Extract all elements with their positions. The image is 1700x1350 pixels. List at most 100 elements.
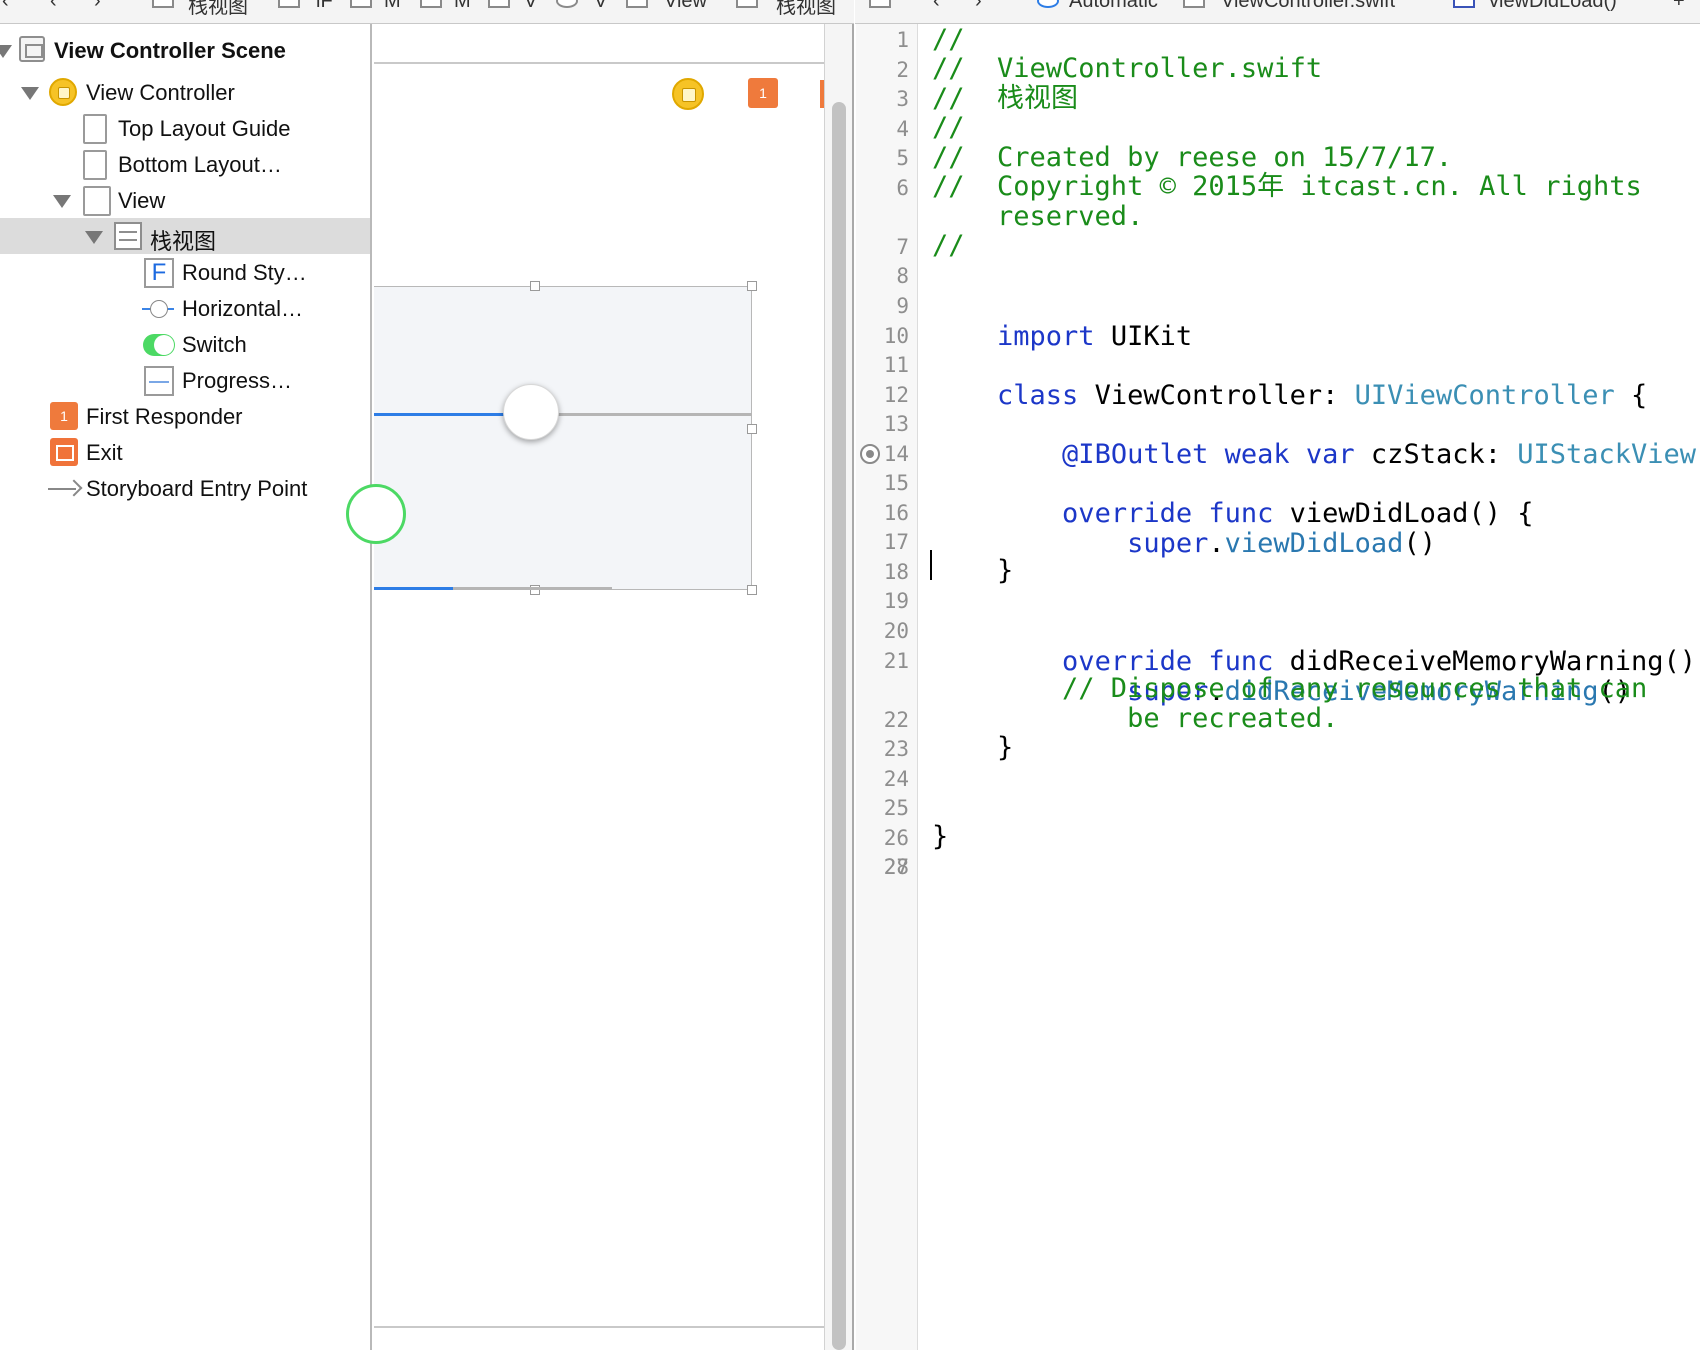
stack-view-selection[interactable] bbox=[374, 286, 752, 590]
view-icon bbox=[83, 186, 111, 216]
scene-bottom-edge bbox=[374, 1326, 824, 1328]
jumpbar-automatic[interactable]: Automatic bbox=[1069, 0, 1158, 13]
related-items-icon[interactable] bbox=[869, 0, 891, 8]
scene-dock-view-controller-icon[interactable] bbox=[672, 78, 704, 110]
jumpbar-file[interactable]: ViewController.swift bbox=[1221, 0, 1395, 13]
disclosure-triangle-icon[interactable] bbox=[85, 231, 103, 244]
line-number: 2 bbox=[896, 57, 909, 82]
slider-thumb[interactable] bbox=[503, 384, 559, 440]
scene-icon bbox=[350, 0, 372, 8]
jumpbar-item-5[interactable]: V bbox=[524, 0, 537, 13]
document-outline: View Controller Scene View Controller To… bbox=[0, 24, 372, 1350]
outline-row-first-responder[interactable]: 1 First Responder bbox=[0, 398, 370, 434]
line-number: 8 bbox=[896, 264, 909, 289]
exit-icon bbox=[50, 438, 78, 466]
scene-icon-2 bbox=[420, 0, 442, 8]
outline-row-entry-point[interactable]: Storyboard Entry Point bbox=[0, 470, 370, 506]
jumpbar-item-8[interactable]: 栈视图 bbox=[776, 0, 836, 19]
line-number: 13 bbox=[883, 412, 909, 437]
code-line-4: // bbox=[932, 112, 965, 143]
type-name: UIStackView bbox=[1517, 439, 1697, 470]
code-line-26: } bbox=[932, 821, 949, 852]
line-number: 21 bbox=[883, 648, 909, 673]
folder-icon bbox=[278, 0, 300, 8]
outline-label: Horizontal… bbox=[182, 296, 304, 321]
outline-label: Exit bbox=[86, 440, 123, 465]
resize-handle[interactable] bbox=[747, 424, 757, 434]
jumpbar-item-7[interactable]: View bbox=[664, 0, 707, 13]
outline-row-view-controller[interactable]: View Controller bbox=[0, 74, 370, 110]
outline-row-switch[interactable]: Switch bbox=[0, 326, 370, 362]
outline-row-view[interactable]: View bbox=[0, 182, 370, 218]
outline-row-bottom-layout-guide[interactable]: Bottom Layout… bbox=[0, 146, 370, 182]
code-line-23: } bbox=[932, 732, 1014, 763]
code-line-18: } bbox=[932, 555, 1014, 586]
outline-label: First Responder bbox=[86, 404, 243, 429]
jumpbar-item-2[interactable]: iF bbox=[316, 0, 333, 13]
nav-back-icon[interactable]: ‹ bbox=[50, 0, 57, 13]
line-number: 4 bbox=[896, 116, 909, 141]
line-number: 22 bbox=[883, 707, 909, 732]
switch-control[interactable] bbox=[346, 484, 406, 544]
jumpbar-method[interactable]: viewDidLoad() bbox=[1489, 0, 1617, 13]
outline-row-scene[interactable]: View Controller Scene bbox=[0, 32, 370, 68]
editor-jump-bar: ‹ › Automatic ViewController.swift viewD… bbox=[855, 0, 1700, 24]
slider-icon bbox=[142, 294, 174, 324]
jumpbar-item-1[interactable]: 栈视图 bbox=[188, 0, 248, 19]
method-icon bbox=[1453, 0, 1475, 8]
resize-handle[interactable] bbox=[747, 281, 757, 291]
outline-label: View Controller Scene bbox=[54, 38, 286, 63]
layout-guide-icon bbox=[83, 114, 107, 144]
view-controller-circle-icon bbox=[556, 0, 578, 8]
jumpbar-item-3[interactable]: M bbox=[384, 0, 401, 13]
outline-label: Round Sty… bbox=[182, 260, 307, 285]
code-line-7: // bbox=[932, 230, 965, 261]
automatic-icon bbox=[1037, 0, 1059, 8]
outline-row-text-field[interactable]: F Round Sty… bbox=[0, 254, 370, 290]
outline-row-top-layout-guide[interactable]: Top Layout Guide bbox=[0, 110, 370, 146]
resize-handle[interactable] bbox=[747, 585, 757, 595]
line-number: 19 bbox=[883, 589, 909, 614]
jumpbar-item-6[interactable]: V bbox=[594, 0, 607, 13]
line-number-gutter: 1 2 3 4 5 6 7 8 9 10 11 12 13 14 15 16 17 18 19 20 21 22 23 24 2… bbox=[856, 24, 918, 1350]
switch-icon bbox=[143, 334, 175, 356]
line-number: 20 bbox=[883, 619, 909, 643]
swift-file-icon bbox=[1183, 0, 1205, 8]
outline-label: 栈视图 bbox=[150, 229, 217, 254]
outline-row-exit[interactable]: Exit bbox=[0, 434, 370, 470]
back-arrow-icon[interactable]: ‹ bbox=[2, 0, 9, 13]
stack-view-icon bbox=[736, 0, 758, 8]
add-editor-icon[interactable]: + bbox=[1673, 0, 1685, 13]
jumpbar-item-4[interactable]: M bbox=[454, 0, 471, 13]
code-editor[interactable]: 1 2 3 4 5 6 7 8 9 10 11 12 13 14 15 16 17 18 19 20 21 22 23 24 2… bbox=[856, 24, 1700, 1350]
disclosure-triangle-icon[interactable] bbox=[53, 195, 71, 208]
line-number: 6 bbox=[896, 175, 909, 200]
editor-forward-icon[interactable]: › bbox=[975, 0, 982, 13]
scene-dock-first-responder-icon[interactable]: 1 bbox=[748, 78, 778, 108]
outline-row-stack-view[interactable]: 栈视图 bbox=[0, 218, 370, 254]
disclosure-triangle-icon[interactable] bbox=[21, 87, 39, 100]
method-name: viewDidLoad bbox=[1224, 528, 1404, 559]
disclosure-triangle-icon[interactable] bbox=[0, 45, 12, 58]
storyboard-canvas[interactable]: 1 bbox=[346, 24, 824, 1350]
scrollbar-thumb[interactable] bbox=[832, 102, 846, 1350]
line-number: 17 bbox=[883, 530, 909, 555]
storyboard-file-icon bbox=[152, 0, 174, 8]
canvas-scrollbar[interactable] bbox=[824, 24, 854, 1350]
progress-view-icon bbox=[144, 366, 174, 396]
code-line-2: // ViewController.swift bbox=[932, 53, 1323, 84]
code-line-6: // Copyright © 2015年 itcast.cn. All righ… bbox=[932, 171, 1642, 202]
outline-row-progress[interactable]: Progress… bbox=[0, 362, 370, 398]
outline-label: View Controller bbox=[86, 80, 235, 105]
line-number: 15 bbox=[883, 471, 909, 496]
outline-row-slider[interactable]: Horizontal… bbox=[0, 290, 370, 326]
first-responder-icon: 1 bbox=[50, 402, 78, 430]
resize-handle[interactable] bbox=[530, 281, 540, 291]
nav-forward-icon[interactable]: › bbox=[94, 0, 101, 13]
code-line-5: // Created by reese on 15/7/17. bbox=[932, 142, 1453, 173]
outline-label: View bbox=[118, 188, 166, 213]
slider-maximum-track bbox=[530, 413, 752, 416]
editor-back-icon[interactable]: ‹ bbox=[933, 0, 940, 13]
outlet-connection-icon[interactable] bbox=[860, 444, 880, 464]
code-line-3: // 栈视图 bbox=[932, 83, 1079, 114]
